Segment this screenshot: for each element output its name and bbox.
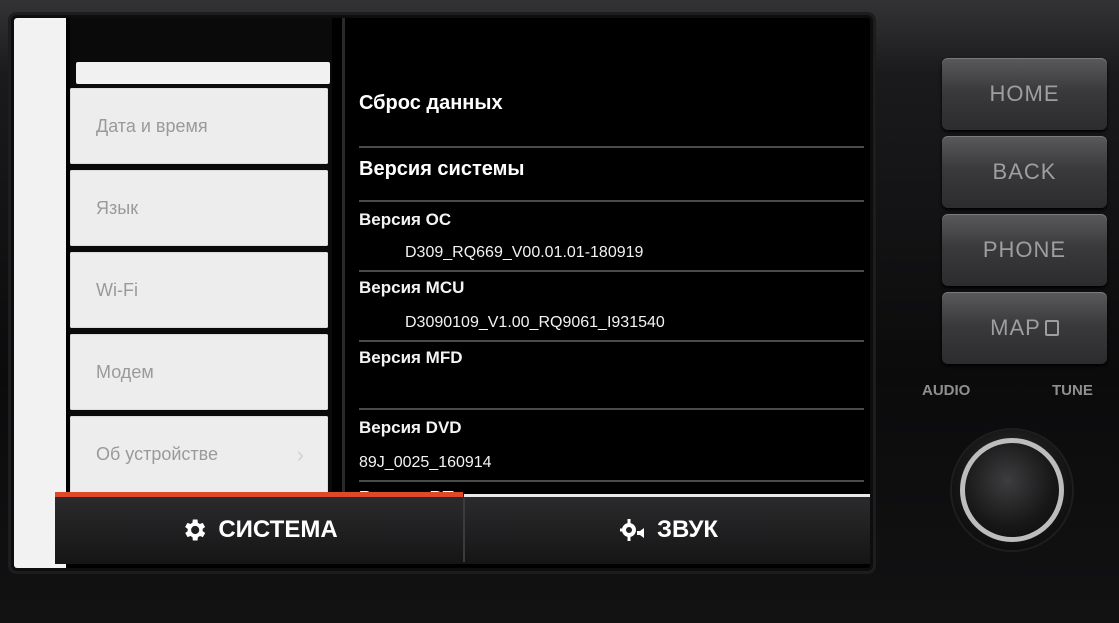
display-screen: Дата и время Язык Wi-Fi Модем Об устройс… [14,18,870,568]
system-version-heading: Версия системы [359,158,525,180]
sidebar-item-about-device[interactable]: Об устройстве › [70,416,328,496]
tab-system-label: СИСТЕМА [218,516,338,543]
phone-button[interactable]: PHONE [942,214,1107,286]
tune-label: TUNE [1052,382,1093,399]
home-button-label: HOME [989,81,1060,106]
audio-label: AUDIO [922,382,971,399]
mfd-version-label: Версия MFD [359,348,463,367]
sound-settings-icon [619,519,644,541]
sidebar-item-label: Модем [96,362,154,382]
home-button[interactable]: HOME [942,58,1107,130]
divider [359,146,864,148]
volume-knob[interactable] [960,438,1064,542]
gear-icon [185,519,206,541]
divider [359,480,864,482]
map-button-label: MAP [990,315,1041,340]
tab-sound[interactable]: ЗВУК [465,498,870,562]
sidebar-item-modem[interactable]: Модем [70,334,328,410]
active-tab-indicator [55,492,463,497]
sidebar-item-language[interactable]: Язык [70,170,328,246]
tab-system[interactable]: СИСТЕМА [55,498,463,562]
settings-sidebar: Дата и время Язык Wi-Fi Модем Об устройс… [70,18,332,496]
phone-button-label: PHONE [982,237,1067,262]
sidebar-divider [342,18,345,496]
tab-separator-line [464,494,870,497]
divider [359,340,864,342]
chevron-right-icon: › [296,442,304,467]
sidebar-item-partial[interactable] [76,62,330,84]
map-icon [1044,320,1059,336]
back-button-label: BACK [992,159,1057,184]
mcu-version-label: Версия MCU [359,278,465,297]
system-info-panel: Сброс данных Версия системы Версия ОС D3… [359,18,869,496]
sidebar-item-label: Wi-Fi [96,280,138,300]
sidebar-item-date-time[interactable]: Дата и время [70,88,328,164]
mcu-version-value: D3090109_V1.00_RQ9061_I931540 [405,314,665,331]
reset-data-item[interactable]: Сброс данных [359,92,503,115]
dvd-version-value: 89J_0025_160914 [359,454,492,471]
sidebar-item-label: Об устройстве [96,444,219,464]
divider [359,408,864,410]
os-version-label: Версия ОС [359,210,452,229]
sidebar-item-wifi[interactable]: Wi-Fi [70,252,328,328]
screen-edge-strip [14,18,66,568]
sidebar-item-label: Дата и время [96,116,208,136]
map-button[interactable]: MAP [942,292,1107,364]
tab-sound-label: ЗВУК [656,516,719,543]
sidebar-item-label: Язык [96,198,139,218]
back-button[interactable]: BACK [942,136,1107,208]
dvd-version-label: Версия DVD [359,418,462,437]
divider [359,200,864,202]
os-version-value: D309_RQ669_V00.01.01-180919 [405,244,644,261]
divider [359,270,864,272]
